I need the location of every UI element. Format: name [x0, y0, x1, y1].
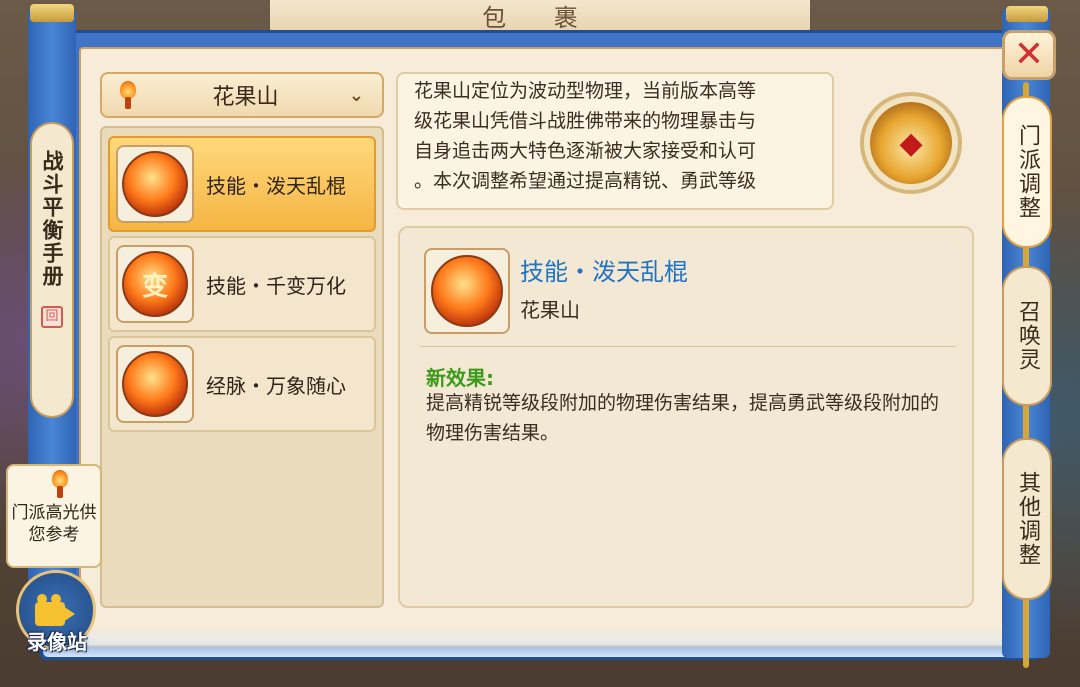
tab-school-adjust-label: 门派调整 — [1015, 124, 1040, 220]
video-camera-icon — [35, 594, 77, 626]
skill-item[interactable]: 变 技能・千变万化 — [108, 236, 376, 332]
highlight-tip-bubble[interactable]: 门派高光供您参考 — [6, 464, 102, 568]
tab-summon-label: 召唤灵 — [1015, 300, 1040, 372]
close-icon: ✕ — [1013, 34, 1045, 75]
skill-name: 技能・千变万化 — [206, 273, 346, 298]
chevron-down-icon: ⌄ — [348, 84, 364, 106]
detail-skill-title: 技能・泼天乱棍 — [520, 258, 688, 286]
school-dropdown-value: 花果山 — [212, 85, 279, 110]
skill-item[interactable]: 技能・泼天乱棍 — [108, 136, 376, 232]
rope-decoration — [1023, 402, 1029, 442]
record-station-label: 录像站 — [27, 630, 87, 654]
skill-name: 经脉・万象随心 — [206, 373, 346, 398]
divider — [420, 346, 956, 347]
tab-school-adjust[interactable]: 门派调整 — [1002, 96, 1052, 248]
monkey-king-icon: ◆ — [870, 102, 952, 184]
skill-detail-panel: 技能・泼天乱棍 花果山 新效果: 提高精锐等级段附加的物理伤害结果，提高勇武等级… — [398, 226, 974, 608]
description-line: 花果山定位为波动型物理，当前版本高等 — [414, 80, 757, 102]
school-portrait-avatar: ◆ — [860, 92, 962, 194]
new-effect-text: 提高精锐等级段附加的物理伤害结果，提高勇武等级段附加的物理伤害结果。 — [426, 392, 940, 444]
manual-tab-label: 战斗平衡手册 — [40, 150, 64, 288]
torch-icon — [46, 470, 74, 498]
new-effect-label: 新效果: — [426, 366, 494, 390]
school-description[interactable]: 花果山定位为波动型物理，当前版本高等 级花果山凭借斗战胜佛带来的物理暴击与 自身… — [396, 72, 834, 210]
fire-avatar-icon: 变 — [116, 245, 194, 323]
skill-name: 技能・泼天乱棍 — [206, 173, 346, 198]
battle-balance-manual-tab[interactable]: 战斗平衡手册 回 — [30, 122, 74, 418]
tab-other-adjust[interactable]: 其他调整 — [1002, 438, 1052, 600]
tab-other-adjust-label: 其他调整 — [1015, 471, 1040, 567]
left-pillar-cap — [30, 4, 74, 22]
skill-list: 技能・泼天乱棍 变 技能・千变万化 经脉・万象随心 — [100, 126, 384, 608]
window-title: 包 裹 — [482, 4, 598, 32]
tassel-decoration — [1023, 596, 1029, 668]
description-line: 自身追击两大特色逐渐被大家接受和认可 — [414, 140, 757, 162]
fire-scroll-icon — [116, 145, 194, 223]
fire-beast-icon — [116, 345, 194, 423]
detail-skill-school: 花果山 — [520, 298, 580, 322]
close-button[interactable]: ✕ — [1002, 30, 1056, 80]
manual-stamp-icon: 回 — [41, 306, 63, 328]
description-line: 级花果山凭借斗战胜佛带来的物理暴击与 — [414, 110, 757, 132]
fire-scroll-icon — [424, 248, 510, 334]
skill-item[interactable]: 经脉・万象随心 — [108, 336, 376, 432]
school-dropdown[interactable]: 花果山 ⌄ — [100, 72, 384, 118]
cloud-decoration — [43, 627, 1037, 657]
description-line: 。本次调整希望通过提高精锐、勇武等级 — [414, 170, 757, 192]
torch-icon — [114, 81, 142, 109]
tab-summon[interactable]: 召唤灵 — [1002, 266, 1052, 406]
right-pillar-cap — [1006, 6, 1048, 22]
tip-text: 门派高光供您参考 — [11, 503, 97, 545]
